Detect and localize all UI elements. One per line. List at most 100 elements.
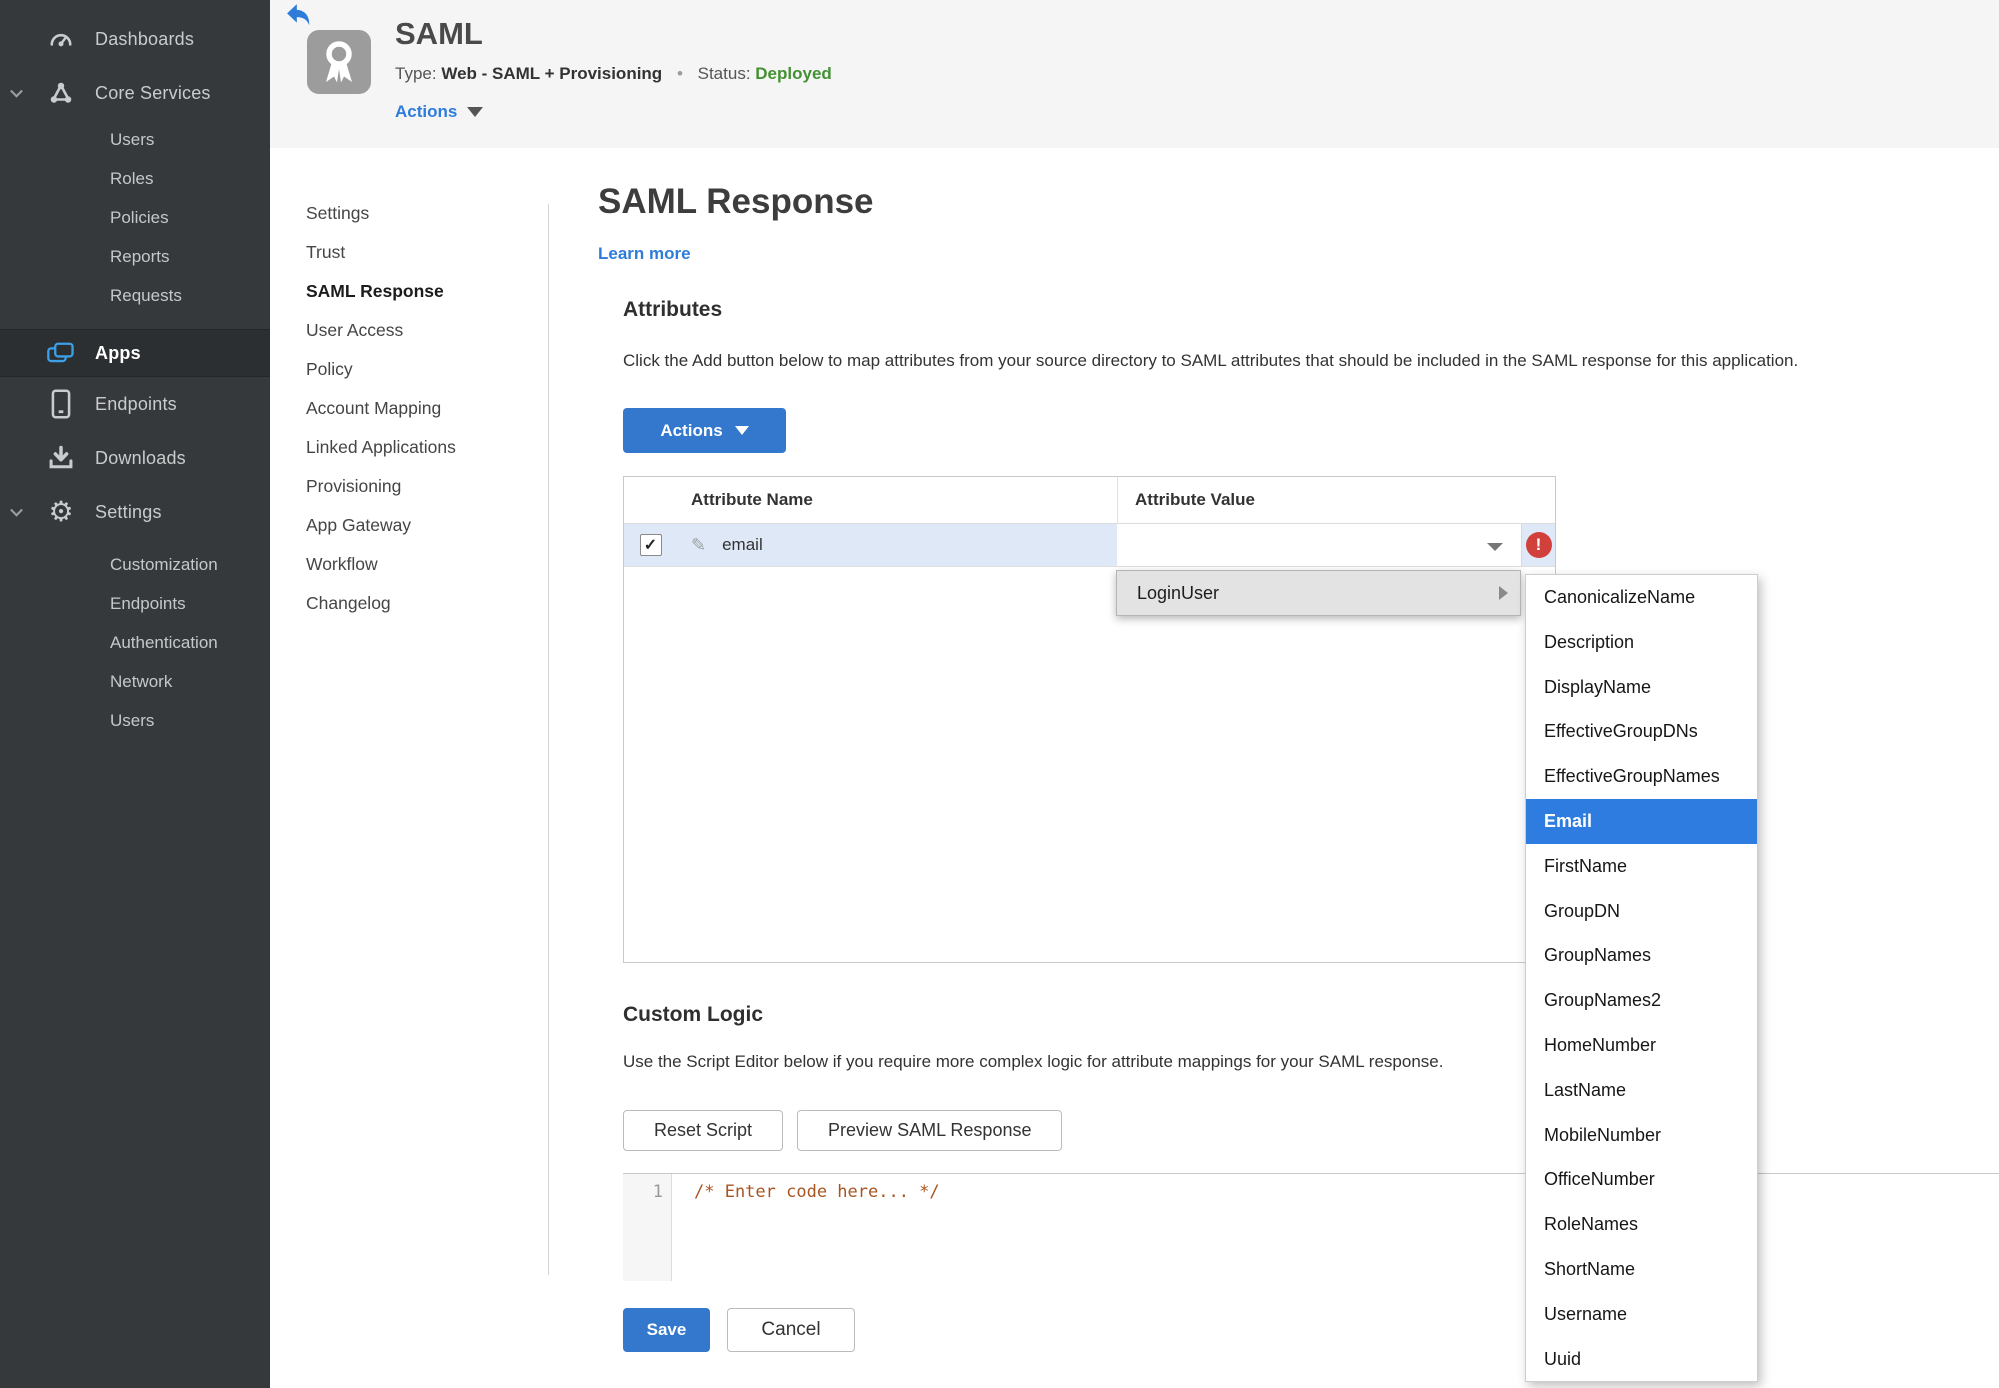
row-checkbox[interactable]: ✓ [639, 534, 662, 556]
preview-saml-response-button[interactable]: Preview SAML Response [797, 1110, 1063, 1151]
subnav-item-trust[interactable]: Trust [306, 233, 536, 272]
submenu-item[interactable]: EffectiveGroupDNs [1526, 709, 1757, 754]
sidebar-item-settings-endpoints[interactable]: Endpoints [0, 584, 270, 623]
attributes-description: Click the Add button below to map attrib… [623, 351, 1799, 370]
sidebar-item-users[interactable]: Users [0, 120, 270, 159]
dashboard-gauge-icon [45, 26, 77, 52]
save-button[interactable]: Save [623, 1308, 710, 1352]
sidebar-item-apps[interactable]: Apps [0, 329, 270, 377]
back-icon[interactable] [286, 3, 312, 27]
sidebar-item-label: Settings [95, 501, 162, 522]
subnav-item-user-access[interactable]: User Access [306, 311, 536, 350]
chevron-down-icon [467, 107, 484, 117]
sidebar-item-label: Downloads [95, 447, 186, 468]
chevron-down-icon [10, 84, 23, 98]
app-logo-icon [307, 30, 371, 94]
sidebar-item-reports[interactable]: Reports [0, 237, 270, 276]
sidebar-item-label: Core Services [95, 82, 211, 103]
subnav-divider [548, 204, 549, 1275]
attribute-value-cell: ! [1117, 524, 1555, 566]
app-header: SAML Type: Web - SAML + Provisioning • S… [270, 0, 1999, 148]
subnav-item-saml-response[interactable]: SAML Response [306, 272, 536, 311]
submenu-item[interactable]: EffectiveGroupNames [1526, 754, 1757, 799]
sidebar: Dashboards Core Services Users Roles Pol… [0, 0, 270, 1388]
sidebar-item-requests[interactable]: Requests [0, 276, 270, 315]
status-badge: Deployed [755, 64, 832, 83]
learn-more-link[interactable]: Learn more [598, 244, 691, 264]
submenu-item[interactable]: FirstName [1526, 844, 1757, 889]
sidebar-item-label: Dashboards [95, 28, 195, 49]
table-row: ✓ ✎ email ! [624, 524, 1555, 567]
sidebar-item-settings-users[interactable]: Users [0, 701, 270, 740]
subnav-item-account-mapping[interactable]: Account Mapping [306, 389, 536, 428]
type-value: Web - SAML + Provisioning [441, 64, 663, 83]
submenu-item[interactable]: HomeNumber [1526, 1023, 1757, 1068]
edit-pencil-icon[interactable]: ✎ [691, 535, 706, 556]
attributes-heading: Attributes [623, 298, 723, 321]
core-services-icon [45, 80, 77, 106]
menu-item-loginuser[interactable]: LoginUser [1117, 583, 1219, 604]
row-error-zone: ! [1522, 532, 1555, 558]
chevron-down-icon [1487, 543, 1503, 551]
subnav-item-provisioning[interactable]: Provisioning [306, 467, 536, 506]
attribute-value-column-header: Attribute Value [1117, 477, 1555, 523]
table-header-row: Attribute Name Attribute Value [624, 477, 1555, 524]
value-dropdown-menu[interactable]: LoginUser [1116, 570, 1521, 616]
meta-separator: • [676, 64, 683, 83]
sidebar-item-core-services[interactable]: Core Services [0, 66, 270, 120]
endpoint-device-icon [45, 389, 77, 419]
select-column-header [624, 477, 677, 523]
attributes-actions-button[interactable]: Actions [623, 408, 786, 453]
sidebar-item-network[interactable]: Network [0, 662, 270, 701]
sidebar-item-customization[interactable]: Customization [0, 545, 270, 584]
submenu-item[interactable]: GroupNames2 [1526, 978, 1757, 1023]
attribute-name-cell: ✎ email [677, 524, 1117, 566]
error-icon: ! [1525, 532, 1552, 558]
submenu-item[interactable]: GroupDN [1526, 889, 1757, 934]
app-title: SAML [395, 16, 483, 51]
submenu-item-email-selected[interactable]: Email [1526, 798, 1757, 844]
status-label: Status: [697, 64, 751, 83]
subnav-item-settings[interactable]: Settings [306, 194, 536, 233]
page-title: SAML Response [598, 182, 874, 221]
editor-code[interactable]: /* Enter code here... */ [672, 1174, 940, 1281]
sidebar-item-policies[interactable]: Policies [0, 198, 270, 237]
gear-icon: ⚙ [48, 496, 74, 527]
submenu-item[interactable]: LastName [1526, 1068, 1757, 1113]
subnav-item-linked-applications[interactable]: Linked Applications [306, 428, 536, 467]
sidebar-item-dashboards[interactable]: Dashboards [0, 12, 270, 66]
download-icon [45, 444, 77, 472]
app-actions-menu[interactable]: Actions [395, 102, 484, 122]
subnav-item-app-gateway[interactable]: App Gateway [306, 506, 536, 545]
submenu-item[interactable]: RoleNames [1526, 1202, 1757, 1247]
value-dropdown-submenu: CanonicalizeName Description DisplayName… [1525, 574, 1758, 1383]
subnav-item-changelog[interactable]: Changelog [306, 584, 536, 623]
type-label: Type: [395, 64, 437, 83]
script-editor[interactable]: 1 /* Enter code here... */ [623, 1173, 1999, 1281]
sidebar-item-authentication[interactable]: Authentication [0, 623, 270, 662]
sidebar-item-roles[interactable]: Roles [0, 159, 270, 198]
submenu-item[interactable]: ShortName [1526, 1247, 1757, 1292]
subnav-item-policy[interactable]: Policy [306, 350, 536, 389]
submenu-item[interactable]: MobileNumber [1526, 1113, 1757, 1158]
subnav-item-workflow[interactable]: Workflow [306, 545, 536, 584]
app-meta: Type: Web - SAML + Provisioning • Status… [395, 64, 832, 84]
sidebar-item-settings[interactable]: ⚙ Settings [0, 485, 270, 539]
sidebar-item-label: Apps [95, 342, 141, 363]
submenu-item[interactable]: Description [1526, 620, 1757, 665]
submenu-item[interactable]: Username [1526, 1292, 1757, 1337]
submenu-item[interactable]: GroupNames [1526, 933, 1757, 978]
row-select-cell: ✓ [624, 524, 677, 566]
sidebar-item-label: Endpoints [95, 393, 177, 414]
attribute-name-column-header: Attribute Name [691, 490, 813, 509]
submenu-item[interactable]: OfficeNumber [1526, 1157, 1757, 1202]
submenu-item[interactable]: Uuid [1526, 1337, 1757, 1382]
sidebar-item-endpoints[interactable]: Endpoints [0, 377, 270, 431]
submenu-item[interactable]: DisplayName [1526, 665, 1757, 710]
submenu-item[interactable]: CanonicalizeName [1526, 575, 1757, 620]
actions-button-label: Actions [660, 420, 723, 440]
cancel-button[interactable]: Cancel [727, 1308, 855, 1352]
attribute-value-dropdown[interactable] [1117, 524, 1522, 566]
sidebar-item-downloads[interactable]: Downloads [0, 431, 270, 485]
reset-script-button[interactable]: Reset Script [623, 1110, 784, 1151]
